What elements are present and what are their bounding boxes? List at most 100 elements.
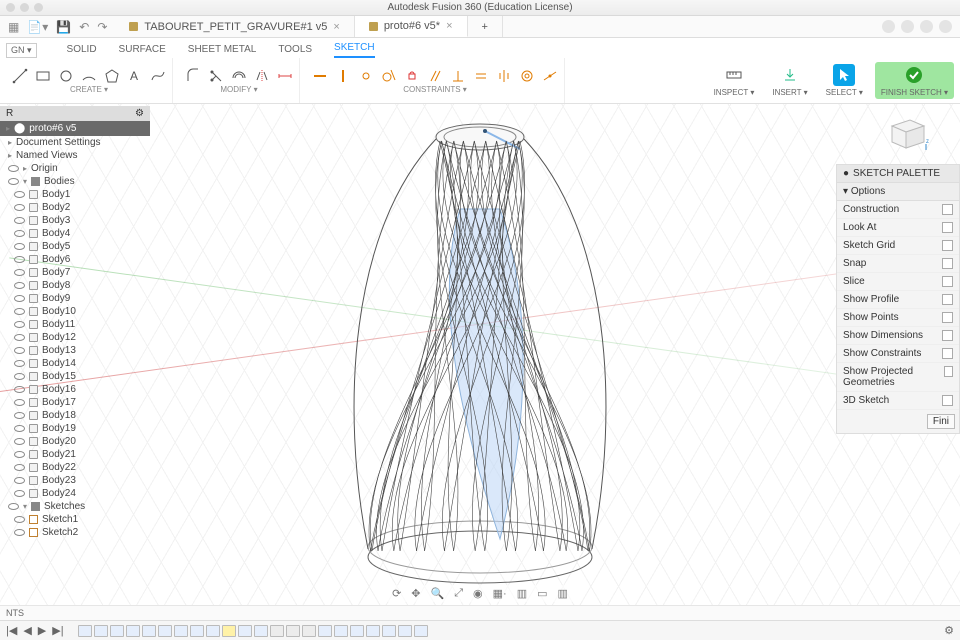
tree-body-item[interactable]: Body16: [0, 383, 150, 396]
timeline-feature[interactable]: [222, 625, 236, 637]
timeline-feature[interactable]: [94, 625, 108, 637]
design-workspace-dropdown[interactable]: GN ▾: [6, 43, 37, 58]
display-grid-icon[interactable]: ▦·: [493, 587, 507, 600]
equal-icon[interactable]: [473, 68, 489, 84]
inspect-button[interactable]: INSPECT ▾: [708, 62, 761, 99]
palette-option[interactable]: Sketch Grid: [837, 237, 959, 255]
timeline-feature[interactable]: [174, 625, 188, 637]
polygon-icon[interactable]: [104, 68, 120, 84]
palette-option[interactable]: Show Profile: [837, 291, 959, 309]
concentric-icon[interactable]: [519, 68, 535, 84]
perpendicular-icon[interactable]: [450, 68, 466, 84]
text-icon[interactable]: A: [127, 68, 143, 84]
tree-body-item[interactable]: Body20: [0, 435, 150, 448]
extensions-icon[interactable]: [882, 20, 895, 33]
tab-surface[interactable]: SURFACE: [119, 44, 166, 58]
timeline-feature[interactable]: [286, 625, 300, 637]
palette-option[interactable]: Slice: [837, 273, 959, 291]
checkbox-icon[interactable]: [942, 222, 953, 233]
line-icon[interactable]: [12, 68, 28, 84]
coincident-icon[interactable]: [358, 68, 374, 84]
zoom-icon[interactable]: 🔍: [431, 587, 445, 600]
browser-header[interactable]: R⚙: [0, 106, 150, 121]
tree-body-item[interactable]: Body9: [0, 292, 150, 305]
pan-icon[interactable]: ✥: [411, 587, 420, 600]
tree-document-settings[interactable]: ▸Document Settings: [0, 136, 150, 149]
help-icon[interactable]: [920, 20, 933, 33]
timeline-feature[interactable]: [302, 625, 316, 637]
tree-sketches[interactable]: ▾Sketches: [0, 500, 150, 513]
save-icon[interactable]: 💾: [56, 20, 71, 34]
select-button[interactable]: SELECT ▾: [820, 62, 869, 99]
document-tab[interactable]: TABOURET_PETIT_GRAVURE#1 v5 ×: [115, 16, 354, 37]
tree-sketch-item[interactable]: Sketch1: [0, 513, 150, 526]
grid-menu-icon[interactable]: ▦: [8, 20, 19, 34]
tree-body-item[interactable]: Body12: [0, 331, 150, 344]
checkbox-icon[interactable]: [942, 240, 953, 251]
notifications-icon[interactable]: [901, 20, 914, 33]
tree-body-item[interactable]: Body18: [0, 409, 150, 422]
trim-icon[interactable]: [208, 68, 224, 84]
palette-option[interactable]: Show Constraints: [837, 345, 959, 363]
fix-icon[interactable]: [404, 68, 420, 84]
gear-icon[interactable]: ⚙: [135, 108, 144, 119]
parallel-icon[interactable]: [427, 68, 443, 84]
offset-icon[interactable]: [231, 68, 247, 84]
file-menu-icon[interactable]: 📄▾: [27, 20, 48, 34]
tab-tools[interactable]: TOOLS: [278, 44, 312, 58]
tree-body-item[interactable]: Body14: [0, 357, 150, 370]
timeline-feature[interactable]: [254, 625, 268, 637]
tree-body-item[interactable]: Body10: [0, 305, 150, 318]
timeline-feature[interactable]: [398, 625, 412, 637]
checkbox-icon[interactable]: [942, 294, 953, 305]
tree-body-item[interactable]: Body13: [0, 344, 150, 357]
mirror-icon[interactable]: [254, 68, 270, 84]
checkbox-icon[interactable]: [942, 204, 953, 215]
checkbox-icon[interactable]: [942, 276, 953, 287]
document-tab-active[interactable]: proto#6 v5* ×: [355, 16, 468, 37]
timeline-start-icon[interactable]: |◀: [6, 624, 17, 637]
symmetry-icon[interactable]: [496, 68, 512, 84]
palette-option[interactable]: 3D Sketch: [837, 392, 959, 410]
maximize-icon[interactable]: [34, 3, 43, 12]
account-icon[interactable]: [939, 20, 952, 33]
timeline-feature[interactable]: [126, 625, 140, 637]
palette-option[interactable]: Snap: [837, 255, 959, 273]
palette-option[interactable]: Show Projected Geometries: [837, 363, 959, 392]
group-label[interactable]: CREATE ▾: [70, 85, 108, 94]
circle-icon[interactable]: [58, 68, 74, 84]
checkbox-icon[interactable]: [942, 330, 953, 341]
tree-body-item[interactable]: Body11: [0, 318, 150, 331]
checkbox-icon[interactable]: [942, 258, 953, 269]
palette-option[interactable]: Construction: [837, 201, 959, 219]
palette-option[interactable]: Look At: [837, 219, 959, 237]
timeline-feature[interactable]: [382, 625, 396, 637]
window-controls[interactable]: [6, 3, 43, 12]
timeline-feature[interactable]: [78, 625, 92, 637]
tree-body-item[interactable]: Body21: [0, 448, 150, 461]
tree-bodies[interactable]: ▾Bodies: [0, 175, 150, 188]
display-style-icon[interactable]: ▥: [517, 587, 527, 600]
look-at-icon[interactable]: ◉: [473, 587, 483, 600]
tree-body-item[interactable]: Body1: [0, 188, 150, 201]
tree-body-item[interactable]: Body15: [0, 370, 150, 383]
palette-option[interactable]: Show Points: [837, 309, 959, 327]
rectangle-icon[interactable]: [35, 68, 51, 84]
comments-bar[interactable]: NTS: [0, 605, 960, 620]
timeline-feature[interactable]: [238, 625, 252, 637]
timeline-feature[interactable]: [366, 625, 380, 637]
new-tab-button[interactable]: +: [468, 16, 503, 37]
timeline-feature[interactable]: [350, 625, 364, 637]
tree-named-views[interactable]: ▸Named Views: [0, 149, 150, 162]
timeline-feature[interactable]: [270, 625, 284, 637]
zoom-fit-icon[interactable]: ⤢: [454, 587, 463, 600]
midpoint-icon[interactable]: [542, 68, 558, 84]
tree-body-item[interactable]: Body3: [0, 214, 150, 227]
finish-button[interactable]: Fini: [927, 414, 955, 429]
checkbox-icon[interactable]: [942, 348, 953, 359]
timeline-feature[interactable]: [190, 625, 204, 637]
tree-sketch-item[interactable]: Sketch2: [0, 526, 150, 539]
tree-body-item[interactable]: Body7: [0, 266, 150, 279]
horizontal-icon[interactable]: [312, 68, 328, 84]
close-icon[interactable]: ×: [333, 21, 339, 33]
